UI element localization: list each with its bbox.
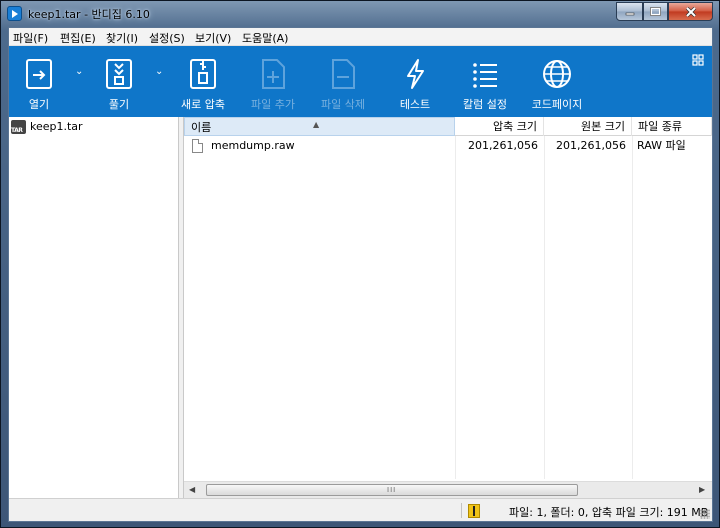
title-bar[interactable]: keep1.tar - 반디집 6.10: [1, 1, 719, 27]
new-archive-label: 새로 압축: [181, 98, 225, 111]
column-header-packed-size[interactable]: 압축 크기: [455, 117, 544, 136]
delete-file-button[interactable]: 파일 삭제: [315, 46, 371, 117]
column-settings-label: 칼럼 설정: [463, 98, 507, 111]
column-header-file-type[interactable]: 파일 종류: [632, 117, 712, 136]
zip-archive-icon: [468, 504, 480, 518]
scroll-right-icon[interactable]: ▶: [699, 485, 705, 494]
column-header-name[interactable]: ▲ 이름: [184, 117, 455, 136]
codepage-button[interactable]: 코드페이지: [525, 46, 589, 117]
delete-file-label: 파일 삭제: [321, 98, 365, 111]
extract-icon: [102, 57, 136, 91]
status-summary: 파일: 1, 폴더: 0, 압축 파일 크기: 191 MB: [509, 506, 709, 519]
list-icon: [468, 57, 502, 91]
open-icon: [22, 57, 56, 91]
window-title-app: - 반디집 6.10: [80, 8, 150, 21]
new-archive-button[interactable]: 새로 압축: [175, 46, 231, 117]
client-area: 파일(F) 편집(E) 찾기(I) 설정(S) 보기(V) 도움말(A) 열기 …: [8, 27, 713, 522]
add-file-button[interactable]: 파일 추가: [245, 46, 301, 117]
maximize-button[interactable]: [643, 2, 668, 21]
tree-item-label: keep1.tar: [30, 120, 83, 133]
menu-view[interactable]: 보기(V): [195, 30, 231, 46]
globe-icon: [540, 57, 574, 91]
status-bar: 파일: 1, 폴더: 0, 압축 파일 크기: 191 MB: [9, 498, 712, 521]
add-file-label: 파일 추가: [251, 98, 295, 111]
new-archive-icon: [186, 57, 220, 91]
column-divider: [544, 136, 545, 479]
add-file-icon: [256, 57, 290, 91]
test-label: 테스트: [399, 98, 431, 111]
list-header: ▲ 이름 압축 크기 원본 크기 파일 종류: [184, 117, 712, 136]
scrollbar-thumb[interactable]: III: [206, 484, 578, 496]
open-button[interactable]: 열기: [19, 46, 59, 117]
file-original-size: 201,261,056: [556, 139, 626, 152]
column-settings-button[interactable]: 칼럼 설정: [457, 46, 513, 117]
menu-find[interactable]: 찾기(I): [106, 30, 138, 46]
file-packed-size: 201,261,056: [468, 139, 538, 152]
status-divider: [461, 503, 462, 518]
file-name: memdump.raw: [211, 139, 295, 152]
tree-item-root[interactable]: keep1.tar: [11, 119, 83, 134]
file-list: ▲ 이름 압축 크기 원본 크기 파일 종류 memdump.raw 201,2…: [184, 117, 712, 498]
table-row[interactable]: memdump.raw 201,261,056 201,261,056 RAW …: [184, 137, 712, 155]
open-dropdown-chevron-icon[interactable]: ⌄: [75, 66, 83, 77]
app-window: keep1.tar - 반디집 6.10 파일(F) 편집(E) 찾기(I) 설…: [0, 0, 720, 528]
scrollbar-grip: III: [387, 486, 397, 494]
menu-file[interactable]: 파일(F): [13, 30, 48, 46]
menu-edit[interactable]: 편집(E): [60, 30, 96, 46]
column-divider: [632, 136, 633, 479]
test-button[interactable]: 테스트: [393, 46, 437, 117]
extract-label: 풀기: [108, 98, 130, 111]
delete-file-icon: [326, 57, 360, 91]
window-title-file: keep1.tar: [28, 8, 81, 21]
file-icon: [192, 139, 203, 153]
minimize-icon: [625, 12, 634, 15]
menu-help[interactable]: 도움말(A): [242, 30, 288, 46]
column-divider: [455, 136, 456, 479]
scroll-left-icon[interactable]: ◀: [189, 485, 195, 494]
horizontal-scrollbar[interactable]: ◀ III ▶: [184, 481, 712, 498]
codepage-label: 코드페이지: [531, 98, 583, 111]
resize-grip[interactable]: [700, 509, 710, 519]
toolbar: 열기 ⌄ 풀기 ⌄ 새로 압축 파일 추가 파일 삭제 테스트 칼럼 설정 코드…: [9, 46, 712, 117]
tar-archive-icon: [11, 119, 26, 134]
close-button[interactable]: [668, 2, 713, 21]
window-controls: [616, 2, 713, 21]
window-title: keep1.tar - 반디집 6.10: [28, 6, 150, 22]
layout-grid-icon[interactable]: [692, 54, 704, 69]
folder-tree: keep1.tar: [9, 117, 179, 498]
maximize-icon: [650, 7, 661, 16]
close-icon: [685, 6, 696, 17]
column-header-original-size[interactable]: 원본 크기: [544, 117, 632, 136]
column-header-name-label: 이름: [191, 121, 212, 134]
bandizip-app-icon[interactable]: [7, 6, 22, 21]
sort-ascending-icon: ▲: [313, 120, 320, 129]
file-type: RAW 파일: [637, 139, 686, 152]
lightning-icon: [398, 57, 432, 91]
menu-settings[interactable]: 설정(S): [149, 30, 185, 46]
menu-bar: 파일(F) 편집(E) 찾기(I) 설정(S) 보기(V) 도움말(A): [9, 28, 712, 46]
open-label: 열기: [28, 98, 50, 111]
extract-dropdown-chevron-icon[interactable]: ⌄: [155, 66, 163, 77]
minimize-button[interactable]: [616, 2, 643, 21]
extract-button[interactable]: 풀기: [99, 46, 139, 117]
